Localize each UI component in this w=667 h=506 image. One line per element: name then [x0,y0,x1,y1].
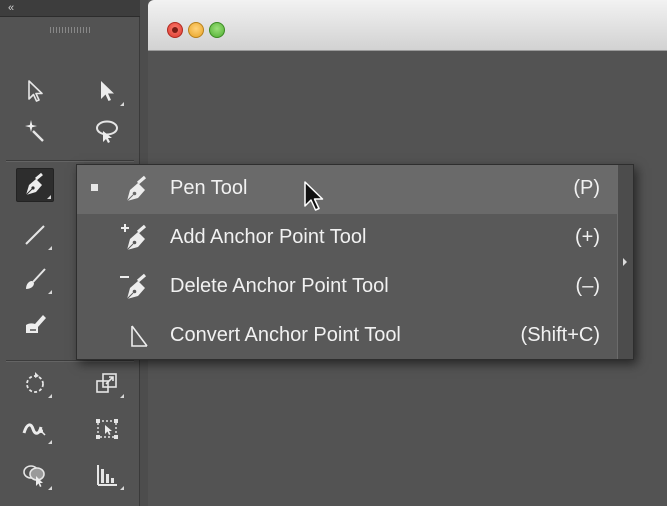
window-titlebar[interactable] [148,0,667,51]
rotate-tool[interactable] [16,366,54,400]
selection-tool[interactable] [16,74,54,108]
pen-icon [25,172,43,196]
collapse-panel-icon[interactable]: « [8,1,14,15]
menu-item-add-anchor-point-tool[interactable]: Add Anchor Point Tool (+) [77,214,618,263]
menu-item-label: Convert Anchor Point Tool [170,324,401,346]
tearoff-button[interactable] [617,165,633,359]
menu-item-label: Delete Anchor Point Tool [170,275,389,297]
scale-tool[interactable] [88,366,126,400]
shape-builder-icon [23,465,45,487]
menu-item-shortcut: (+) [575,226,600,248]
delete-anchor-point-icon [120,273,147,300]
tool-group-indicator [47,195,51,199]
tearoff-arrow-icon [623,258,627,266]
shape-builder-tool[interactable] [16,458,54,492]
rotate-icon [26,372,44,393]
free-transform-icon [96,419,118,439]
graph-icon [97,465,117,486]
convert-anchor-point-icon [131,325,148,347]
flyout-items: Pen Tool (P) Add Anchor Point Tool (+) D… [77,165,618,359]
minimize-window-button[interactable] [188,22,204,38]
menu-item-delete-anchor-point-tool[interactable]: Delete Anchor Point Tool (–) [77,263,618,312]
menu-item-shortcut: (P) [573,177,600,199]
tool-group-indicator [120,102,124,106]
arrow-outline-icon [28,80,43,102]
menu-item-shortcut: (Shift+C) [520,324,600,346]
lasso-icon [96,120,118,143]
tool-group-indicator [120,394,124,398]
magic-wand-tool[interactable] [16,114,54,148]
zoom-window-button[interactable] [209,22,225,38]
lasso-tool[interactable] [88,114,126,148]
pen-tool-flyout-menu: Pen Tool (P) Add Anchor Point Tool (+) D… [76,164,634,360]
scale-icon [96,373,117,393]
direct-selection-tool[interactable] [88,74,126,108]
tool-group-indicator [48,440,52,444]
tool-group-indicator [48,486,52,490]
line-segment-tool[interactable] [16,218,54,252]
free-transform-tool[interactable] [88,412,126,446]
blob-brush-icon [26,315,46,333]
close-window-button[interactable] [167,22,183,38]
menu-item-label: Pen Tool [170,177,248,199]
line-icon [25,225,45,245]
pen-icon [126,175,147,202]
menu-item-shortcut: (–) [575,275,600,297]
blob-brush-tool[interactable] [16,306,54,340]
width-icon [22,423,46,436]
add-anchor-point-icon [121,224,147,251]
graph-tool[interactable] [88,458,126,492]
arrow-filled-icon [101,81,114,101]
width-tool[interactable] [16,412,54,446]
panel-grip[interactable] [50,27,90,33]
menu-item-pen-tool[interactable]: Pen Tool (P) [77,165,618,214]
brush-icon [26,268,46,289]
tool-group-indicator [48,246,52,250]
menu-item-convert-anchor-point-tool[interactable]: Convert Anchor Point Tool (Shift+C) [77,312,618,361]
magic-wand-icon [25,120,44,142]
tool-group-indicator [48,394,52,398]
tool-group-indicator [48,290,52,294]
panel-divider [6,160,134,162]
mouse-cursor-icon [304,181,324,211]
menu-item-label: Add Anchor Point Tool [170,226,367,248]
tools-panel-header: « [0,0,140,17]
active-tool-indicator [91,184,98,191]
tool-group-indicator [120,486,124,490]
paintbrush-tool[interactable] [16,262,54,296]
pen-tool[interactable] [16,168,54,202]
